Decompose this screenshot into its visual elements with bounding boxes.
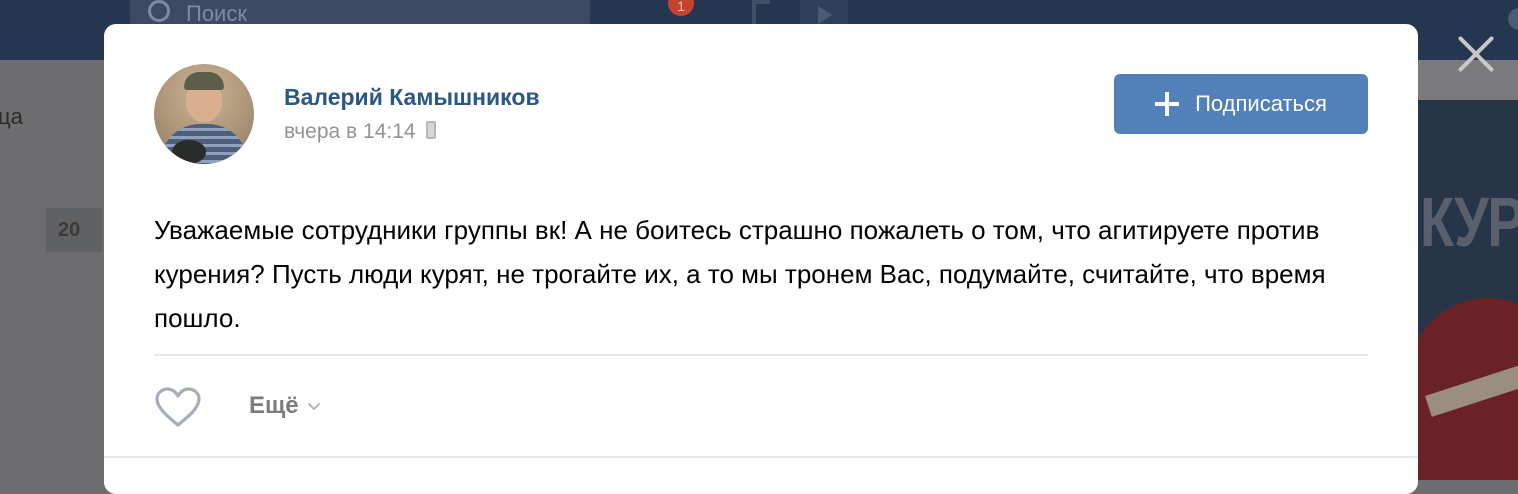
- subscribe-button[interactable]: Подписаться: [1114, 74, 1368, 134]
- post-timestamp-text: вчера в 14:14: [284, 120, 416, 143]
- music-icon: [752, 0, 770, 26]
- subscribe-label: Подписаться: [1195, 91, 1327, 116]
- mobile-icon: [425, 121, 436, 140]
- plus-icon: [1155, 92, 1180, 116]
- avatar-body: [160, 124, 248, 164]
- background-left-counter: 20: [46, 208, 102, 252]
- more-label: Ещё: [249, 392, 299, 419]
- background-banner-text: КУРИ: [1420, 183, 1518, 261]
- background-avatar: [1508, 8, 1518, 30]
- notification-badge: 1: [668, 0, 694, 16]
- post-timestamp[interactable]: вчера в 14:14: [284, 120, 436, 144]
- author-name-link[interactable]: Валерий Камышников: [284, 84, 540, 111]
- avatar-cap: [184, 72, 224, 90]
- background-left-text: ца: [0, 104, 23, 129]
- background-search-placeholder: Поиск: [186, 1, 247, 26]
- post-modal: Валерий Камышников вчера в 14:14 Подписа…: [104, 24, 1418, 494]
- background-right-banner: КУРИ: [1418, 100, 1518, 480]
- bottom-divider: [104, 456, 1418, 458]
- search-icon: [148, 0, 170, 22]
- close-icon[interactable]: [1452, 30, 1500, 78]
- avatar-cat: [172, 140, 206, 164]
- heart-icon: [155, 387, 201, 427]
- avatar[interactable]: [154, 64, 254, 164]
- like-button[interactable]: [154, 386, 202, 428]
- more-button[interactable]: Ещё: [249, 392, 321, 420]
- chevron-down-icon: [307, 403, 320, 410]
- post-text: Уважаемые сотрудники группы вк! А не бои…: [154, 215, 1326, 333]
- divider: [154, 354, 1368, 356]
